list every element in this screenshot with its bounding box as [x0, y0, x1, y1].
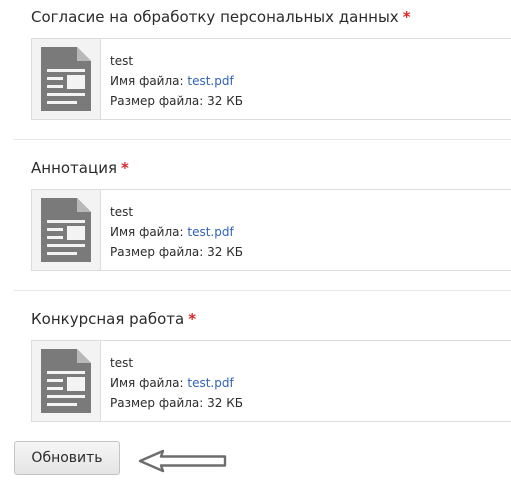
section-title: Аннотация *	[31, 159, 129, 177]
size-value: 32 КБ	[207, 396, 243, 410]
section-title-text: Конкурсная работа	[31, 310, 185, 328]
document-icon	[41, 198, 91, 262]
document-icon	[41, 47, 91, 111]
file-filename-row: Имя файла: test.pdf	[110, 373, 243, 393]
filename-link[interactable]: test.pdf	[187, 225, 233, 239]
file-upload-form: Согласие на обработку персональных данны…	[0, 0, 511, 487]
filename-label: Имя файла:	[110, 74, 184, 88]
file-size-row: Размер файла: 32 КБ	[110, 91, 243, 111]
section-divider	[14, 139, 511, 140]
file-name: test	[110, 54, 134, 68]
file-filename-row: Имя файла: test.pdf	[110, 71, 243, 91]
section-divider	[14, 290, 511, 291]
filename-link[interactable]: test.pdf	[187, 74, 233, 88]
required-marker: *	[120, 159, 129, 177]
size-value: 32 КБ	[207, 245, 243, 259]
arrow-left-icon	[138, 449, 227, 473]
file-card: test Имя файла: test.pdf Размер файла: 3…	[31, 340, 511, 422]
section-title-text: Аннотация	[31, 159, 117, 177]
size-label: Размер файла:	[110, 396, 204, 410]
file-thumbnail	[32, 39, 101, 119]
filename-link[interactable]: test.pdf	[187, 376, 233, 390]
size-label: Размер файла:	[110, 245, 204, 259]
required-marker: *	[402, 8, 411, 26]
required-marker: *	[188, 310, 197, 328]
file-card: test Имя файла: test.pdf Размер файла: 3…	[31, 38, 511, 120]
filename-label: Имя файла:	[110, 376, 184, 390]
file-thumbnail	[32, 190, 101, 270]
file-info: test Имя файла: test.pdf Размер файла: 3…	[110, 51, 243, 111]
file-info: test Имя файла: test.pdf Размер файла: 3…	[110, 353, 243, 413]
file-info: test Имя файла: test.pdf Размер файла: 3…	[110, 202, 243, 262]
file-card: test Имя файла: test.pdf Размер файла: 3…	[31, 189, 511, 271]
size-value: 32 КБ	[207, 94, 243, 108]
file-thumbnail	[32, 341, 101, 421]
section-title-text: Согласие на обработку персональных данны…	[31, 8, 399, 26]
update-button[interactable]: Обновить	[14, 441, 120, 475]
size-label: Размер файла:	[110, 94, 204, 108]
section-title: Согласие на обработку персональных данны…	[31, 8, 411, 26]
file-name: test	[110, 205, 134, 219]
section-title: Конкурсная работа *	[31, 310, 196, 328]
file-size-row: Размер файла: 32 КБ	[110, 242, 243, 262]
document-icon	[41, 349, 91, 413]
file-size-row: Размер файла: 32 КБ	[110, 393, 243, 413]
file-name: test	[110, 356, 134, 370]
filename-label: Имя файла:	[110, 225, 184, 239]
file-filename-row: Имя файла: test.pdf	[110, 222, 243, 242]
